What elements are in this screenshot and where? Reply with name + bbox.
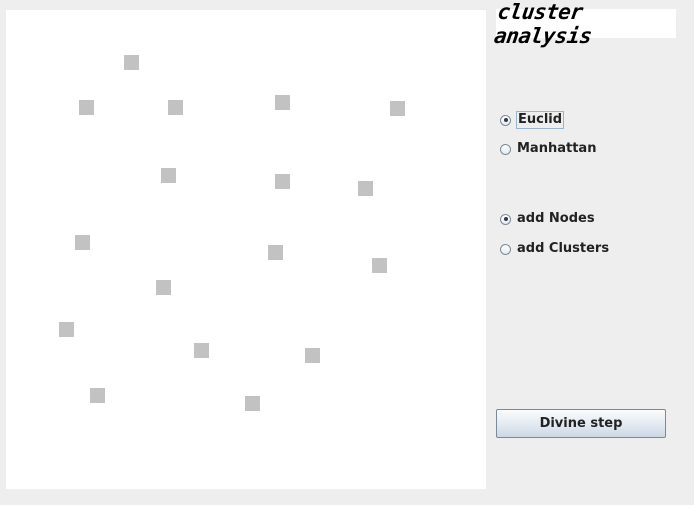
radio-label: Euclid xyxy=(516,111,565,129)
radio-indicator[interactable] xyxy=(500,243,511,255)
node xyxy=(168,100,183,115)
radio-label: Manhattan xyxy=(517,141,597,156)
radio-euclid[interactable]: Euclid xyxy=(500,111,565,129)
radio-manhattan[interactable]: Manhattan xyxy=(500,141,597,157)
cluster-canvas[interactable] xyxy=(6,10,486,489)
node xyxy=(305,348,320,363)
node xyxy=(245,396,260,411)
node xyxy=(90,388,105,403)
node xyxy=(275,95,290,110)
node xyxy=(194,343,209,358)
node xyxy=(390,101,405,116)
radio-add-clusters[interactable]: add Clusters xyxy=(500,241,610,257)
node xyxy=(275,174,290,189)
node xyxy=(75,235,90,250)
radio-label: add Nodes xyxy=(517,211,595,226)
node xyxy=(124,55,139,70)
node xyxy=(161,168,176,183)
node xyxy=(268,245,283,260)
radio-add-nodes[interactable]: add Nodes xyxy=(500,211,596,227)
node xyxy=(79,100,94,115)
radio-indicator[interactable] xyxy=(500,143,511,155)
node xyxy=(372,258,387,273)
radio-indicator[interactable] xyxy=(500,213,511,225)
app-logo: cluster analysis xyxy=(493,0,676,48)
node xyxy=(156,280,171,295)
radio-label: add Clusters xyxy=(517,241,610,256)
node xyxy=(358,181,373,196)
radio-indicator[interactable] xyxy=(500,114,511,126)
node xyxy=(59,322,74,337)
logo-text: cluster analysis xyxy=(492,0,594,48)
divine-step-button[interactable]: Divine step xyxy=(496,409,666,438)
